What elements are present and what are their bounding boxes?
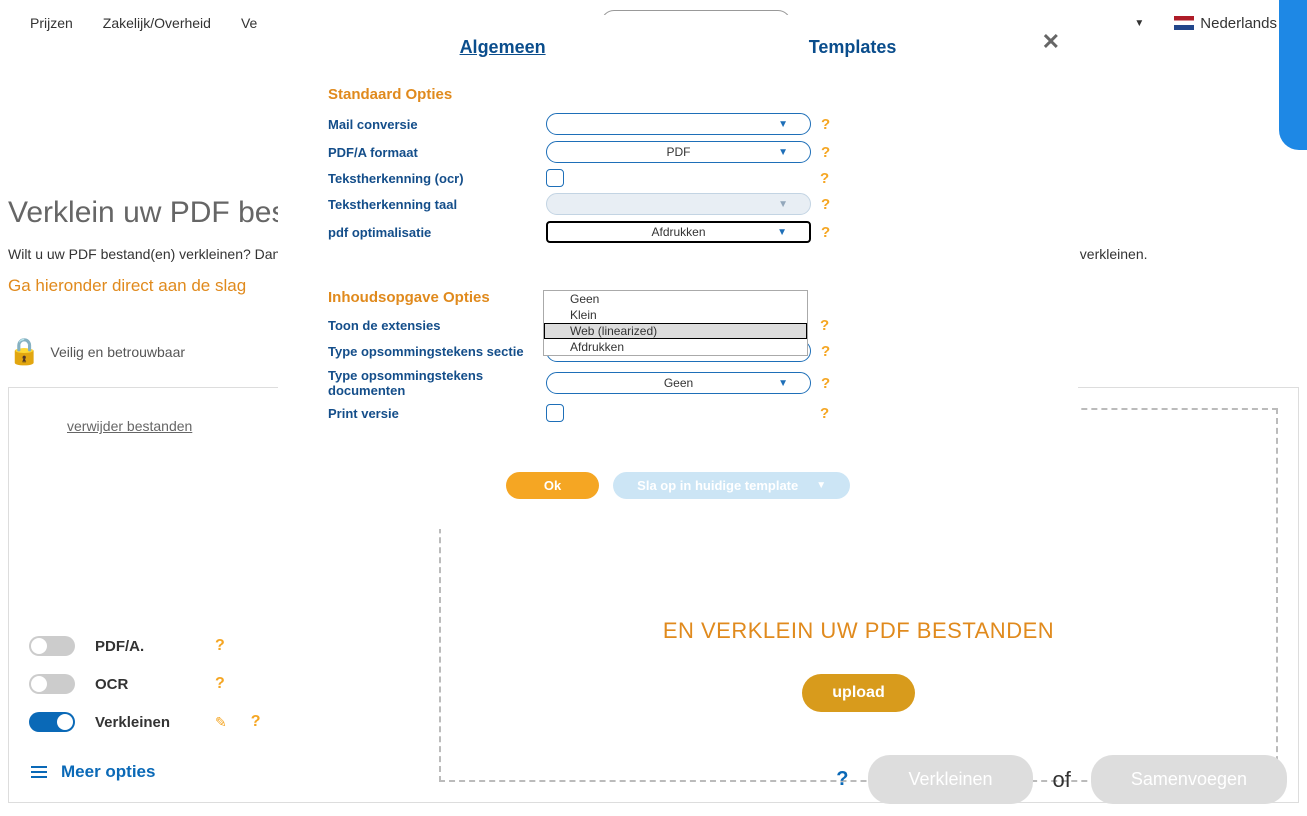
select-pdfa-value: PDF	[667, 145, 691, 159]
select-pdfa[interactable]: PDF ▼	[546, 141, 811, 163]
more-options[interactable]: Meer opties	[31, 762, 399, 782]
help-icon[interactable]: ?	[821, 375, 830, 392]
toggle-row-pdfa: PDF/A. ?	[29, 636, 399, 656]
close-icon[interactable]: ✕	[1042, 29, 1060, 55]
label-bullets-docs: Type opsommingstekens documenten	[328, 368, 538, 398]
ok-button[interactable]: Ok	[506, 472, 599, 499]
checkbox-print[interactable]	[546, 404, 564, 422]
help-icon[interactable]: ?	[821, 116, 830, 133]
label-print: Print versie	[328, 406, 538, 421]
select-pdf-opt-value: Afdrukken	[651, 225, 705, 239]
label-ocr-lang: Tekstherkenning taal	[328, 197, 538, 212]
select-pdf-opt[interactable]: Afdrukken ▼	[546, 221, 811, 243]
help-icon[interactable]: ?	[821, 144, 830, 161]
save-template-label: Sla op in huidige template	[637, 478, 798, 493]
verkleinen-button[interactable]: Verkleinen	[868, 755, 1032, 804]
toggle-row-ocr: OCR ?	[29, 674, 399, 694]
chevron-down-icon: ▼	[1134, 18, 1144, 29]
help-icon[interactable]: ?	[821, 224, 830, 241]
pencil-icon[interactable]: ✎	[215, 714, 227, 731]
pdf-opt-option-klein[interactable]: Klein	[544, 307, 807, 323]
samenvoegen-button[interactable]: Samenvoegen	[1091, 755, 1287, 804]
toggle-label-ocr: OCR	[95, 676, 195, 693]
select-mail[interactable]: ▼	[546, 113, 811, 135]
help-icon[interactable]: ?	[820, 405, 829, 422]
chevron-down-icon: ▼	[778, 378, 788, 389]
chevron-down-icon: ▼	[778, 147, 788, 158]
hero-sub-right: n verkleinen.	[1068, 246, 1147, 262]
section-standaard: Standaard Opties	[328, 86, 1028, 103]
nav-item-zakelijk[interactable]: Zakelijk/Overheid	[103, 15, 211, 31]
toggle-pdfa[interactable]	[29, 636, 75, 656]
chevron-down-icon: ▼	[778, 199, 788, 210]
modal-tabs: Algemeen Templates	[328, 37, 1028, 58]
toggle-label-verkleinen: Verkleinen	[95, 714, 195, 731]
secure-text: Veilig en betrouwbaar	[50, 344, 185, 360]
pdf-opt-option-afdrukken[interactable]: Afdrukken	[544, 339, 807, 355]
tab-templates[interactable]: Templates	[809, 37, 897, 58]
info-icon[interactable]: ?	[836, 768, 848, 791]
hamburger-icon	[31, 766, 47, 778]
of-text: of	[1053, 767, 1071, 793]
label-show-ext: Toon de extensies	[328, 318, 538, 333]
toggle-row-verkleinen: Verkleinen ✎ ?	[29, 712, 399, 732]
chevron-down-icon: ▼	[778, 119, 788, 130]
toggle-verkleinen[interactable]	[29, 712, 75, 732]
label-ocr: Tekstherkenning (ocr)	[328, 171, 538, 186]
label-pdfa: PDF/A formaat	[328, 145, 538, 160]
label-pdf-opt: pdf optimalisatie	[328, 225, 538, 240]
upload-button[interactable]: upload	[802, 674, 914, 712]
chevron-down-icon: ▼	[816, 480, 826, 491]
remove-files-link[interactable]: verwijder bestanden	[67, 418, 192, 434]
chevron-down-icon: ▼	[777, 227, 787, 238]
pdf-opt-dropdown: Geen Klein Web (linearized) Afdrukken	[543, 290, 808, 356]
side-tab[interactable]	[1279, 0, 1307, 150]
pdf-opt-option-geen[interactable]: Geen	[544, 291, 807, 307]
options-modal: ✕ Algemeen Templates Standaard Opties Ma…	[278, 15, 1078, 529]
flag-nl-icon	[1174, 16, 1194, 30]
language-label: Nederlands	[1200, 15, 1277, 32]
action-row: ? Verkleinen of Samenvoegen	[836, 755, 1287, 804]
help-icon[interactable]: ?	[820, 317, 829, 334]
select-ocr-lang: ▼	[546, 193, 811, 215]
help-icon[interactable]: ?	[821, 196, 830, 213]
pdf-opt-option-web[interactable]: Web (linearized)	[544, 323, 807, 339]
toggle-label-pdfa: PDF/A.	[95, 638, 195, 655]
select-bullets-docs[interactable]: Geen ▼	[546, 372, 811, 394]
nav-item-prijzen[interactable]: Prijzen	[30, 15, 73, 31]
tab-algemeen[interactable]: Algemeen	[460, 37, 546, 58]
dropzone-headline: EN VERKLEIN UW PDF BESTANDEN	[663, 618, 1054, 644]
label-mail: Mail conversie	[328, 117, 538, 132]
label-bullets-section: Type opsommingstekens sectie	[328, 344, 538, 359]
help-icon[interactable]: ?	[215, 637, 225, 655]
help-icon[interactable]: ?	[251, 713, 261, 731]
toggle-ocr[interactable]	[29, 674, 75, 694]
nav-item-truncated[interactable]: Ve	[241, 15, 257, 31]
lock-icon: 🔒	[8, 336, 40, 367]
help-icon[interactable]: ?	[820, 170, 829, 187]
select-bullets-docs-value: Geen	[664, 376, 693, 390]
help-icon[interactable]: ?	[215, 675, 225, 693]
hero-sub-left: Wilt u uw PDF bestand(en) verkleinen? Da…	[8, 246, 284, 262]
save-template-button[interactable]: Sla op in huidige template ▼	[613, 472, 850, 499]
checkbox-ocr[interactable]	[546, 169, 564, 187]
language-selector[interactable]: Nederlands	[1174, 15, 1277, 32]
help-icon[interactable]: ?	[821, 343, 830, 360]
more-options-label: Meer opties	[61, 762, 155, 782]
